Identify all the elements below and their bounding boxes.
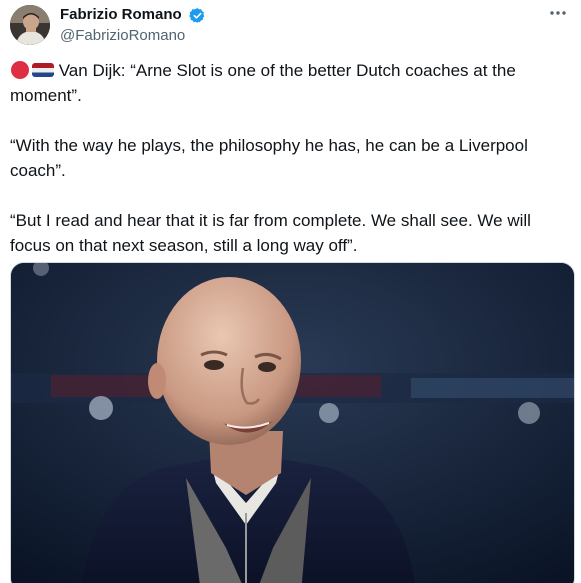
tweet-paragraph-1-text: Van Dijk: “Arne Slot is one of the bette… — [10, 61, 516, 105]
tweet-photo[interactable] — [10, 262, 575, 583]
verified-badge-icon — [189, 7, 206, 24]
tweet-paragraph-2: “With the way he plays, the philosophy h… — [10, 136, 528, 180]
author-handle[interactable]: @FabrizioRomano — [60, 26, 206, 46]
author-names: Fabrizio Romano @FabrizioRomano — [60, 5, 206, 46]
tweet-header: Fabrizio Romano @FabrizioRomano — [10, 5, 571, 47]
tweet-card: Fabrizio Romano @FabrizioRomano Van Dijk… — [0, 0, 581, 583]
more-dots-icon — [550, 11, 566, 15]
avatar[interactable] — [10, 5, 50, 45]
tweet-text: Van Dijk: “Arne Slot is one of the bette… — [10, 58, 565, 258]
photo-man-in-stadium — [11, 263, 574, 583]
tweet-paragraph-3: “But I read and hear that it is far from… — [10, 211, 531, 255]
netherlands-flag-icon — [32, 60, 54, 80]
display-name[interactable]: Fabrizio Romano — [60, 5, 182, 25]
more-options-button[interactable] — [545, 5, 571, 27]
tweet-paragraph-1: Van Dijk: “Arne Slot is one of the bette… — [10, 58, 565, 108]
red-circle-icon — [10, 60, 30, 80]
